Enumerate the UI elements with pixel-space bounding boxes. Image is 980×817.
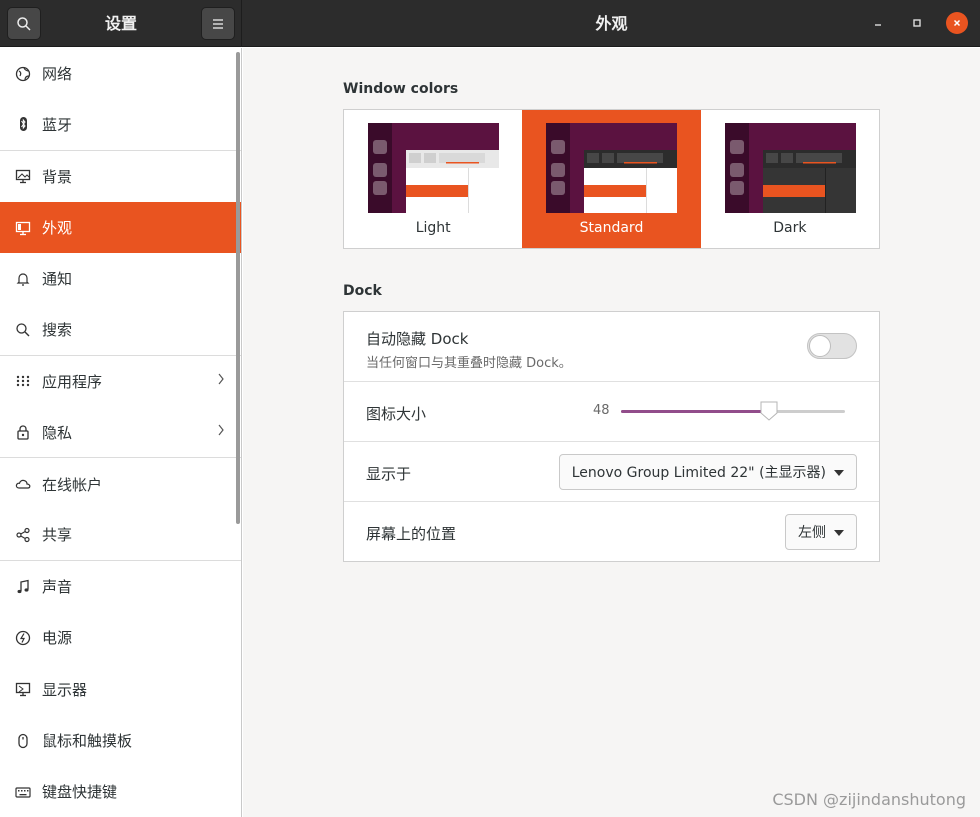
dark-theme-preview [724,123,856,213]
appearance-icon [14,219,32,237]
cloud-icon [14,475,32,493]
sidebar-item-bluetooth[interactable]: 蓝牙 [0,99,241,151]
minimize-icon [875,24,881,26]
menu-button[interactable] [201,7,235,40]
icon-size-label: 图标大小 [366,405,427,423]
toggle-knob [809,335,831,357]
header-bar: 设置 外观 [0,0,980,47]
color-option-label: Light [415,220,451,236]
sidebar-item-label: 显示器 [42,680,88,699]
display-icon [14,680,32,698]
sidebar-item-keyboard-shortcuts[interactable]: 键盘快捷键 [0,766,241,817]
sidebar-scrollbar[interactable] [236,52,240,524]
sidebar-item-search[interactable]: 搜索 [0,304,241,356]
watermark: CSDN @zijindanshutong [772,790,966,809]
sidebar-item-applications[interactable]: 应用程序 [0,356,241,407]
close-icon [953,19,961,27]
minimize-button[interactable] [867,12,889,34]
sidebar-item-background[interactable]: 背景 [0,151,241,202]
lock-icon [14,423,32,441]
icon-size-row: 图标大小 48 [344,382,879,442]
show-on-value: Lenovo Group Limited 22" (主显示器) [571,465,826,481]
dock-title: Dock [343,283,382,299]
sidebar-item-label: 共享 [42,526,73,545]
show-on-dropdown[interactable]: Lenovo Group Limited 22" (主显示器) [558,454,857,490]
music-note-icon [14,578,32,596]
light-theme-preview [368,123,499,213]
color-option-light[interactable]: Light [344,110,522,248]
sidebar-item-label: 隐私 [42,423,73,442]
sidebar-item-privacy[interactable]: 隐私 [0,407,241,459]
power-icon [14,629,32,647]
window-colors-title: Window colors [343,81,459,97]
sidebar-item-label: 鼠标和触摸板 [42,732,133,750]
sidebar-item-sharing[interactable]: 共享 [0,510,241,561]
sidebar-item-online-accounts[interactable]: 在线帐户 [0,458,241,509]
position-dropdown[interactable]: 左侧 [785,514,857,550]
dropdown-arrow-icon [834,524,844,540]
standard-theme-preview [546,123,678,213]
mouse-icon [14,732,32,750]
keyboard-icon [14,783,32,801]
sidebar-item-label: 键盘快捷键 [42,783,118,802]
icon-size-value: 48 [593,403,610,418]
sidebar-item-sound[interactable]: 声音 [0,561,241,612]
sidebar-item-mouse-touchpad[interactable]: 鼠标和触摸板 [0,715,241,766]
sidebar-item-appearance[interactable]: 外观 [0,201,241,254]
sidebar-item-label: 应用程序 [42,372,103,391]
show-on-row: 显示于 Lenovo Group Limited 22" (主显示器) [344,442,879,502]
sidebar-item-label: 搜索 [42,321,73,340]
monitor-icon [14,167,32,185]
maximize-icon [913,19,921,27]
autohide-toggle[interactable] [807,333,857,359]
sidebar-item-notifications[interactable]: 通知 [0,253,241,304]
bluetooth-icon [14,115,32,133]
autohide-label: 自动隐藏 Dock [366,330,469,348]
sidebar-item-label: 声音 [42,578,73,597]
sidebar-item-label: 背景 [42,167,73,186]
position-value: 左侧 [798,525,826,541]
icon-size-slider[interactable] [621,401,845,421]
hamburger-icon [213,18,223,29]
maximize-button[interactable] [906,12,928,34]
sidebar-item-label: 通知 [42,270,73,289]
sidebar-item-power[interactable]: 电源 [0,612,241,663]
dropdown-arrow-icon [834,464,844,480]
globe-icon [14,65,32,83]
sidebar-item-label: 电源 [42,629,73,648]
sidebar-item-label: 网络 [42,65,73,84]
slider-handle[interactable] [759,400,779,422]
color-option-standard[interactable]: Standard [522,110,701,248]
sidebar-item-label: 蓝牙 [42,115,73,134]
chevron-right-icon [217,372,225,390]
sidebar-item-label: 外观 [42,219,73,238]
main-content: Window colors Light Standard Dark Dock 自… [243,48,980,817]
slider-fill [621,410,769,413]
share-icon [14,526,32,544]
app-title: 设置 [104,14,137,33]
sidebar-header: 设置 [0,0,242,47]
search-icon [17,16,31,31]
show-on-label: 显示于 [366,465,412,483]
sidebar-item-displays[interactable]: 显示器 [0,664,241,715]
color-option-dark[interactable]: Dark [701,110,879,248]
sidebar-item-network[interactable]: 网络 [0,48,241,99]
chevron-right-icon [217,423,225,441]
autohide-description: 当任何窗口与其重叠时隐藏 Dock。 [366,356,572,371]
window-colors-selector: Light Standard Dark [343,109,880,249]
dock-settings: 自动隐藏 Dock 当任何窗口与其重叠时隐藏 Dock。 图标大小 48 显示于… [343,311,880,562]
search-icon [14,321,32,339]
color-option-label: Dark [773,220,807,236]
bell-icon [14,270,32,288]
sidebar-item-label: 在线帐户 [42,475,103,494]
apps-grid-icon [14,372,32,390]
autohide-row: 自动隐藏 Dock 当任何窗口与其重叠时隐藏 Dock。 [344,312,879,382]
search-button[interactable] [7,7,41,40]
color-option-label: Standard [579,220,644,236]
position-row: 屏幕上的位置 左侧 [344,502,879,562]
position-label: 屏幕上的位置 [366,525,457,543]
sidebar: 网络 蓝牙 背景 外观 通知 搜索 应用程序 隐私 在线帐户 共享 声音 电源 … [0,48,242,817]
close-button[interactable] [946,12,968,34]
